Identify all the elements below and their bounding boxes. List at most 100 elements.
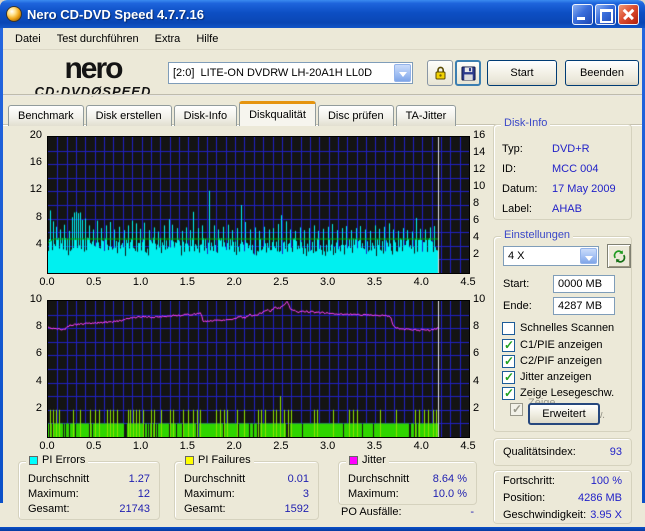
start-mb-field[interactable]: [553, 275, 615, 293]
pi-failures-avg-label: Durchschnitt: [184, 472, 246, 485]
axis-tick-label: 10: [29, 293, 42, 305]
window-border-left: [0, 0, 3, 503]
checkbox-c1-pie[interactable]: C1/PIE anzeigen: [502, 338, 603, 352]
settings-title: Einstellungen: [501, 229, 574, 241]
disk-type-label: Typ:: [502, 143, 523, 155]
disk-id-label: ID:: [502, 163, 517, 175]
tab-benchmark[interactable]: Benchmark: [8, 105, 84, 126]
pi-errors-chart: [47, 136, 470, 274]
menubar: Datei Test durchführen Extra Hilfe: [3, 28, 642, 50]
jitter-max-value: 10.0 %: [432, 487, 467, 500]
tabbar: Benchmark Disk erstellen Disk-Info Diskq…: [8, 101, 458, 126]
axis-tick-label: 3.0: [320, 440, 336, 452]
axis-tick-label: 12: [29, 183, 42, 196]
tab-diskqualitaet[interactable]: Diskqualität: [239, 101, 316, 126]
tab-ta-jitter[interactable]: TA-Jitter: [395, 105, 457, 126]
axis-tick-label: 0.5: [86, 440, 102, 452]
lock-icon: [435, 66, 446, 80]
window-border-bottom: [0, 527, 645, 531]
disk-type-value: DVD+R: [552, 143, 590, 155]
axis-tick-label: 4.0: [413, 440, 429, 452]
jitter-max-label: Maximum:: [348, 487, 399, 500]
checkbox-schnelles-scannen[interactable]: Schnelles Scannen: [502, 321, 614, 335]
axis-tick-label: 3.5: [366, 440, 383, 452]
pif-jitter-chart: [47, 300, 470, 438]
axis-tick-label: 1.0: [132, 276, 149, 288]
quit-button[interactable]: Beenden: [565, 60, 639, 86]
axis-tick-label: 4.5: [460, 276, 476, 288]
floppy-disk-icon: [460, 65, 476, 81]
pi-failures-box: PI Failures Durchschnitt 0.01 Maximum: 3…: [174, 454, 319, 520]
checkbox-box: [502, 386, 515, 400]
menu-item-test-durchfuehren[interactable]: Test durchführen: [49, 31, 147, 47]
axis-tick-label: 2.5: [273, 276, 289, 288]
pi-failures-total-label: Gesamt:: [184, 502, 226, 515]
toolbar: nero CD·DVDØSPEED [2:0] LITE-ON DVDRW LH…: [3, 50, 642, 99]
logo-line1: nero: [64, 52, 123, 85]
jitter-swatch: [349, 455, 358, 465]
po-failures-value: -: [470, 506, 474, 518]
end-mb-field[interactable]: [553, 297, 615, 315]
axis-tick-label: 1.5: [179, 276, 195, 288]
drive-select-value: [2:0] LITE-ON DVDRW LH-20A1H LL0D: [173, 67, 373, 79]
tab-disk-info[interactable]: Disk-Info: [173, 105, 238, 126]
checkbox-box: [502, 321, 515, 335]
menu-item-hilfe[interactable]: Hilfe: [188, 31, 226, 47]
menu-item-extra[interactable]: Extra: [147, 31, 189, 47]
end-mb-label: Ende:: [503, 300, 532, 312]
pi-errors-avg-label: Durchschnitt: [28, 472, 90, 485]
checkbox-box: [510, 402, 523, 416]
menu-item-datei[interactable]: Datei: [7, 31, 49, 47]
jitter-box: Jitter Durchschnitt 8.64 % Maximum: 10.0…: [338, 454, 477, 505]
checkbox-box: [502, 354, 515, 368]
axis-tick-label: 2: [35, 401, 42, 414]
minimize-button[interactable]: [572, 3, 593, 25]
checkbox-jitter[interactable]: Jitter anzeigen: [502, 370, 592, 384]
checkbox-c2-pif[interactable]: C2/PIF anzeigen: [502, 354, 602, 368]
axis-tick-label: 3.5: [366, 276, 383, 288]
save-button[interactable]: [455, 60, 481, 86]
speed-label: Geschwindigkeit:: [503, 508, 587, 521]
pi-errors-total-label: Gesamt:: [28, 502, 70, 515]
refresh-icon: [613, 249, 625, 263]
disk-info-title: Disk-Info: [501, 117, 551, 129]
axis-tick-label: 3.0: [320, 276, 336, 288]
progress-value: 100 %: [590, 474, 622, 487]
drive-select[interactable]: [2:0] LITE-ON DVDRW LH-20A1H LL0D: [168, 62, 413, 84]
disk-date-label: Datum:: [502, 183, 538, 195]
speed-select[interactable]: 4 X: [503, 246, 599, 266]
app-icon: [6, 6, 22, 22]
axis-tick-label: 6: [35, 347, 42, 360]
position-value: 4286 MB: [577, 491, 622, 504]
chevron-down-icon[interactable]: [394, 64, 411, 82]
start-button[interactable]: Start: [487, 60, 557, 86]
progress-box: Fortschritt: 100 % Position: 4286 MB Ges…: [493, 470, 632, 524]
pi-errors-max-value: 12: [137, 487, 150, 500]
disk-info-groupbox: Disk-Info Typ: DVD+R ID: MCC 004 Datum: …: [493, 117, 632, 220]
checkbox-label: Schnelles Scannen: [520, 322, 615, 334]
chevron-down-icon[interactable]: [580, 248, 597, 264]
nero-logo: nero CD·DVDØSPEED: [17, 52, 169, 99]
checkbox-label: C2/PIF anzeigen: [520, 355, 602, 367]
maximize-button[interactable]: [595, 3, 616, 25]
axis-tick-label: 2.0: [226, 276, 242, 288]
axis-tick-label: 4: [35, 237, 42, 250]
axis-tick-label: 0.5: [86, 276, 102, 288]
pi-errors-max-label: Maximum:: [28, 487, 79, 500]
titlebar: Nero CD-DVD Speed 4.7.7.16: [0, 0, 645, 28]
jitter-avg-label: Durchschnitt: [348, 472, 410, 485]
close-button[interactable]: [618, 3, 639, 25]
progress-label: Fortschritt:: [503, 474, 555, 487]
po-failures-label: PO Ausfälle:: [341, 506, 402, 518]
settings-groupbox: Einstellungen 4 X Start: Ende: Schnelles…: [493, 229, 632, 432]
disk-id-value: MCC 004: [552, 163, 599, 175]
pi-failures-max-value: 3: [302, 487, 309, 500]
axis-tick-label: 1.5: [179, 440, 195, 452]
tab-disk-erstellen[interactable]: Disk erstellen: [85, 105, 172, 126]
quality-index-value: 93: [609, 446, 622, 458]
advanced-button[interactable]: Erweitert: [528, 403, 600, 425]
drive-lock-button[interactable]: [427, 60, 453, 86]
tab-disc-pruefen[interactable]: Disc prüfen: [317, 105, 394, 126]
checkbox-box: [502, 370, 515, 384]
refresh-button[interactable]: [607, 244, 631, 268]
